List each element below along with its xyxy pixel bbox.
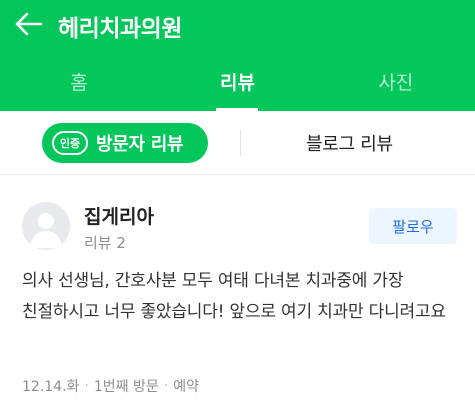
review-meta: 12.14.화 · 1번째 방문 · 예약 <box>22 376 199 396</box>
reviewer-name[interactable]: 집게리아 <box>84 202 154 229</box>
tab-bar: 홈 리뷰 사진 <box>0 52 475 111</box>
visit-type: 예약 <box>173 379 199 395</box>
visit-count: 1번째 방문 <box>93 379 159 395</box>
tab-reviews[interactable]: 리뷰 <box>158 52 316 111</box>
avatar[interactable] <box>22 202 70 250</box>
subtab-divider <box>240 129 241 156</box>
review-text: 의사 선생님, 간호사분 모두 여태 다녀본 치과중에 가장 친절하시고 너무 … <box>22 271 446 322</box>
place-title: 헤리치과의원 <box>58 16 182 42</box>
follow-button[interactable]: 팔로우 <box>369 208 457 244</box>
separator-dot: · <box>84 378 89 394</box>
visitor-review-label: 방문자 리뷰 <box>96 133 184 155</box>
back-button[interactable] <box>2 0 54 52</box>
arrow-left-icon <box>13 11 43 41</box>
tab-photos[interactable]: 사진 <box>317 52 475 111</box>
separator-dot: · <box>163 378 169 394</box>
blog-review-tab[interactable]: 블로그 리뷰 <box>306 130 393 156</box>
default-profile-icon <box>22 202 70 250</box>
visit-date: 12.14.화 <box>22 379 80 395</box>
verified-badge: 인증 <box>52 130 88 155</box>
visitor-review-tab[interactable]: 인증 방문자 리뷰 <box>42 122 208 163</box>
tab-home[interactable]: 홈 <box>0 52 158 111</box>
app-bar: 헤리치과의원 <box>0 0 475 52</box>
review-card: 집게리아 리뷰 2 팔로우 의사 선생님, 간호사분 모두 여태 다녀본 치과중… <box>0 176 475 417</box>
reviewer-review-count: 리뷰 2 <box>84 234 126 252</box>
review-type-tabs: 인증 방문자 리뷰 블로그 리뷰 <box>0 111 475 175</box>
